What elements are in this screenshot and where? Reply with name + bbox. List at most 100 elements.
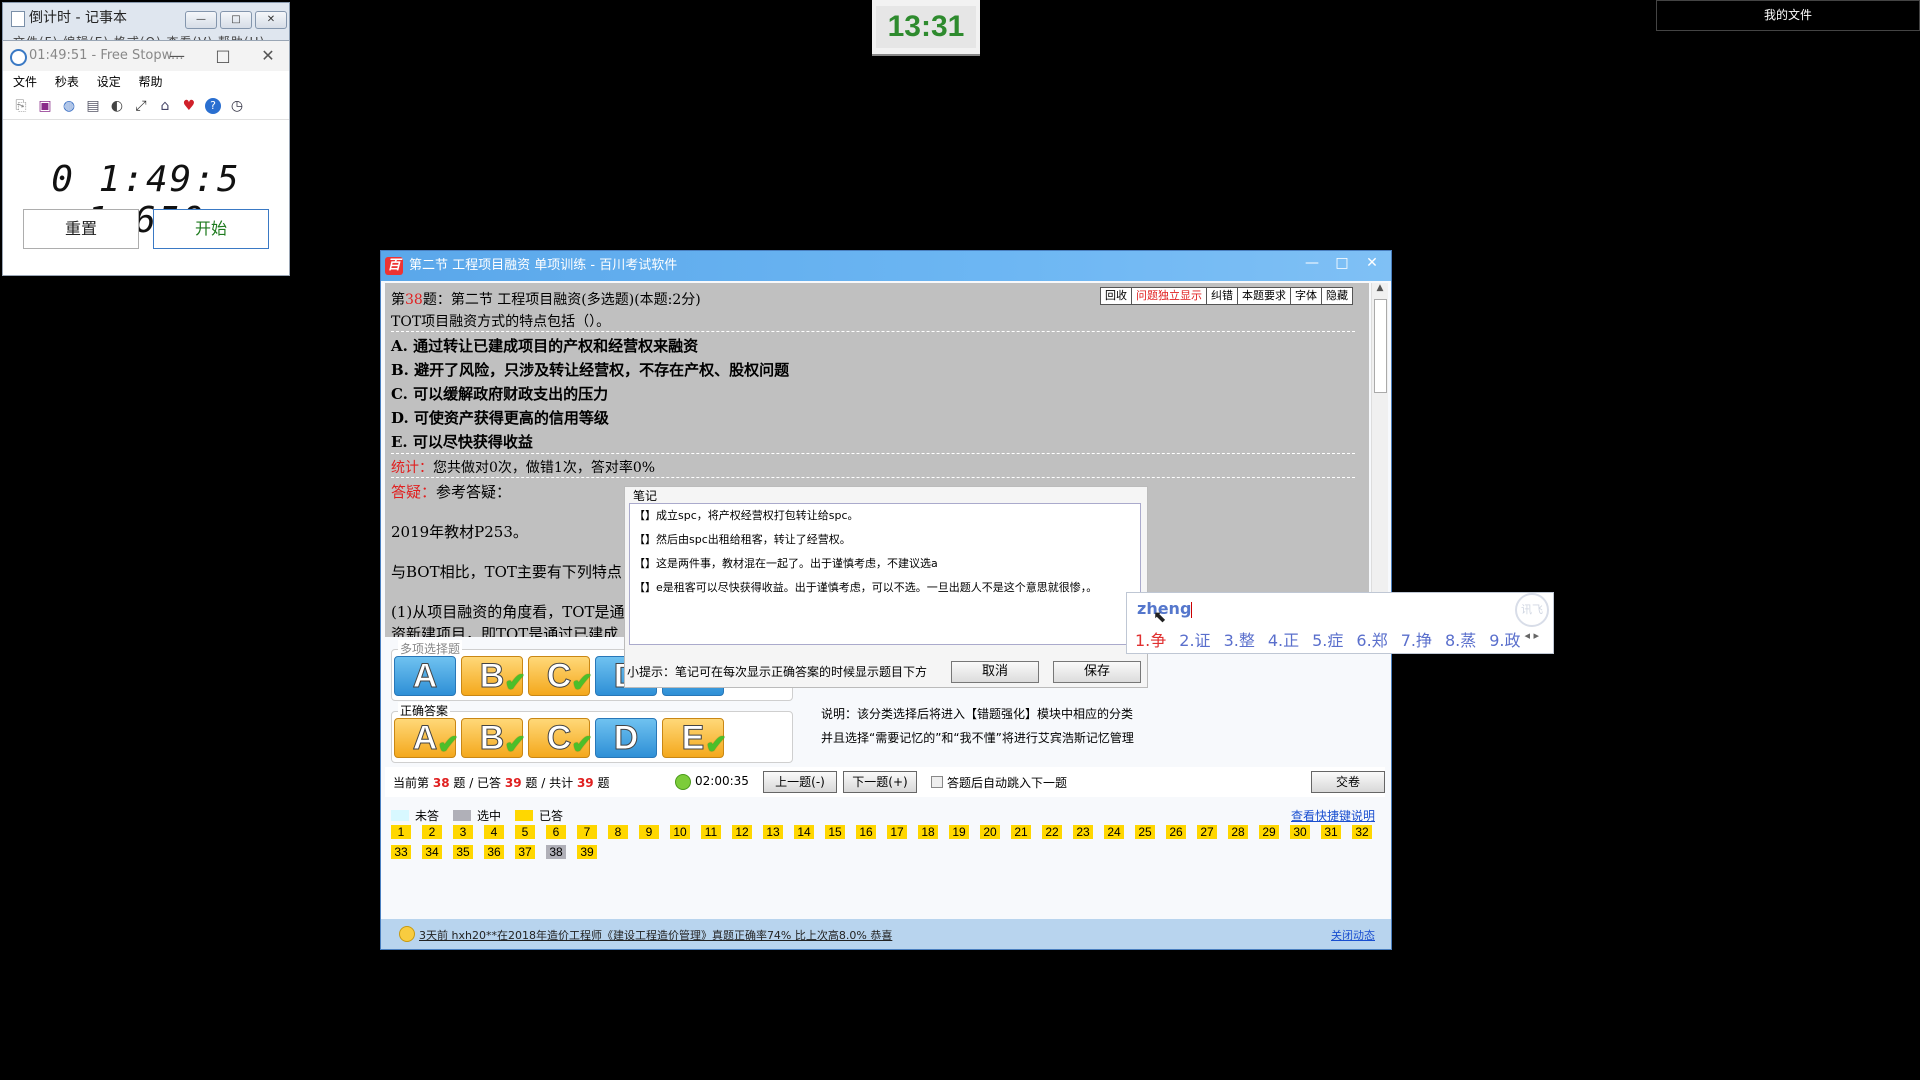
question-cell-2[interactable]: 2 — [422, 825, 442, 839]
question-cell-11[interactable]: 11 — [701, 825, 721, 839]
notes-textarea[interactable]: 【】成立spc，将产权经营权打包转让给spc。 【】然后由spc出租给租客，转让… — [629, 503, 1141, 645]
question-cell-32[interactable]: 32 — [1352, 825, 1372, 839]
stopwatch-minimize-button[interactable]: — — [157, 41, 197, 71]
question-cell-27[interactable]: 27 — [1197, 825, 1217, 839]
start-button[interactable]: 开始 — [153, 209, 269, 249]
question-cell-14[interactable]: 14 — [794, 825, 814, 839]
notes-dialog[interactable]: 笔记 【】成立spc，将产权经营权打包转让给spc。 【】然后由spc出租给租客… — [624, 486, 1148, 688]
my-files-button[interactable]: 我的文件 — [1656, 0, 1920, 31]
option-b[interactable]: B. 避开了风险，只涉及转让经营权，不存在产权、股权问题 — [391, 359, 789, 380]
ime-candidate[interactable]: 9.政 — [1489, 627, 1520, 651]
ime-candidate[interactable]: 3.整 — [1224, 627, 1255, 651]
standalone-display-button[interactable]: 问题独立显示 — [1132, 288, 1207, 304]
question-cell-5[interactable]: 5 — [515, 825, 535, 839]
question-cell-16[interactable]: 16 — [856, 825, 876, 839]
reset-button[interactable]: 重置 — [23, 209, 139, 249]
auto-next-checkbox[interactable] — [931, 776, 943, 788]
question-cell-26[interactable]: 26 — [1166, 825, 1186, 839]
menu-help[interactable]: 帮助 — [139, 75, 163, 89]
question-cell-21[interactable]: 21 — [1011, 825, 1031, 839]
ime-candidate[interactable]: 6.郑 — [1356, 627, 1387, 651]
globe-icon[interactable]: ◍ — [61, 98, 77, 114]
ime-candidate[interactable]: 5.症 — [1312, 627, 1343, 651]
report-error-button[interactable]: 纠错 — [1207, 288, 1238, 304]
question-cell-22[interactable]: 22 — [1042, 825, 1062, 839]
auto-next-label[interactable]: 答题后自动跳入下一题 — [947, 774, 1067, 791]
ime-candidate[interactable]: 4.正 — [1268, 627, 1299, 651]
notes-cancel-button[interactable]: 取消 — [951, 661, 1039, 683]
contrast-icon[interactable]: ◐ — [109, 98, 125, 114]
menu-settings[interactable]: 设定 — [97, 75, 121, 89]
question-cell-4[interactable]: 4 — [484, 825, 504, 839]
question-cell-38[interactable]: 38 — [546, 845, 566, 859]
option-d[interactable]: D. 可使资产获得更高的信用等级 — [391, 407, 609, 428]
stopwatch-window[interactable]: 01:49:51 - Free Stopw... — □ ✕ 文件 秒表 设定 … — [2, 40, 290, 276]
question-cell-23[interactable]: 23 — [1073, 825, 1093, 839]
home-icon[interactable]: ⌂ — [157, 98, 173, 114]
question-cell-6[interactable]: 6 — [546, 825, 566, 839]
prev-question-button[interactable]: 上一题(-) — [763, 771, 837, 793]
question-cell-31[interactable]: 31 — [1321, 825, 1341, 839]
scroll-up-icon[interactable]: ▲ — [1372, 283, 1388, 297]
question-cell-8[interactable]: 8 — [608, 825, 628, 839]
question-cell-15[interactable]: 15 — [825, 825, 845, 839]
question-cell-33[interactable]: 33 — [391, 845, 411, 859]
answer-key-c[interactable]: C ✔ — [528, 656, 593, 697]
hide-button[interactable]: 隐藏 — [1322, 288, 1352, 304]
question-cell-12[interactable]: 12 — [732, 825, 752, 839]
question-cell-10[interactable]: 10 — [670, 825, 690, 839]
ime-candidate[interactable]: 2.证 — [1179, 627, 1210, 651]
activity-message[interactable]: 3天前 hxh20**在2018年造价工程师《建设工程造价管理》真题正确率74%… — [419, 927, 892, 943]
recycle-button[interactable]: 回收 — [1101, 288, 1132, 304]
font-button[interactable]: 字体 — [1291, 288, 1322, 304]
question-cell-39[interactable]: 39 — [577, 845, 597, 859]
ime-candidate[interactable]: 7.挣 — [1401, 627, 1432, 651]
question-cell-25[interactable]: 25 — [1135, 825, 1155, 839]
app-minimize-button[interactable]: — — [1297, 251, 1327, 277]
requirements-button[interactable]: 本题要求 — [1238, 288, 1291, 304]
question-cell-18[interactable]: 18 — [918, 825, 938, 839]
menu-stopwatch[interactable]: 秒表 — [55, 75, 79, 89]
question-cell-9[interactable]: 9 — [639, 825, 659, 839]
next-question-button[interactable]: 下一题(+) — [843, 771, 917, 793]
print-icon[interactable]: ▤ — [85, 98, 101, 114]
copy-icon[interactable]: ⎘ — [13, 98, 29, 114]
question-cell-24[interactable]: 24 — [1104, 825, 1124, 839]
notes-save-button[interactable]: 保存 — [1053, 661, 1141, 683]
answer-key-a[interactable]: A — [394, 656, 456, 696]
app-maximize-button[interactable]: □ — [1327, 251, 1357, 277]
question-cell-36[interactable]: 36 — [484, 845, 504, 859]
notepad-close-button[interactable]: ✕ — [255, 11, 287, 29]
question-cell-17[interactable]: 17 — [887, 825, 907, 839]
option-e[interactable]: E. 可以尽快获得收益 — [391, 431, 533, 452]
ime-candidate[interactable]: 8.蒸 — [1445, 627, 1476, 651]
stopwatch-close-button[interactable]: ✕ — [248, 41, 288, 71]
app-close-button[interactable]: ✕ — [1357, 251, 1387, 277]
save-icon[interactable]: ▣ — [37, 98, 53, 114]
answer-key-b[interactable]: B ✔ — [461, 656, 526, 697]
question-cell-20[interactable]: 20 — [980, 825, 1000, 839]
question-cell-19[interactable]: 19 — [949, 825, 969, 839]
menu-file[interactable]: 文件 — [13, 75, 37, 89]
question-cell-3[interactable]: 3 — [453, 825, 473, 839]
question-cell-13[interactable]: 13 — [763, 825, 783, 839]
question-cell-29[interactable]: 29 — [1259, 825, 1279, 839]
option-c[interactable]: C. 可以缓解政府财政支出的压力 — [391, 383, 608, 404]
question-cell-30[interactable]: 30 — [1290, 825, 1310, 839]
scroll-thumb[interactable] — [1374, 299, 1387, 393]
question-cell-34[interactable]: 34 — [422, 845, 442, 859]
notepad-minimize-button[interactable]: — — [185, 11, 217, 29]
submit-exam-button[interactable]: 交卷 — [1311, 771, 1385, 793]
shortcut-help-link[interactable]: 查看快捷键说明 — [1291, 807, 1375, 824]
stopwatch-maximize-button[interactable]: □ — [203, 41, 243, 71]
ime-candidate[interactable]: 1.争 — [1135, 627, 1166, 651]
question-cell-1[interactable]: 1 — [391, 825, 411, 839]
close-activity-link[interactable]: 关闭动态 — [1331, 927, 1375, 943]
question-cell-35[interactable]: 35 — [453, 845, 473, 859]
notepad-maximize-button[interactable]: □ — [220, 11, 252, 29]
question-scrollbar[interactable]: ▲ — [1371, 283, 1388, 637]
ime-candidate-window[interactable]: zheng 1.争 2.证 3.整 4.正 5.症 6.郑 7.挣 8.蒸 9.… — [1126, 592, 1554, 654]
heart-icon[interactable]: ♥ — [181, 98, 197, 114]
ime-pager[interactable]: ◂ ▸ — [1524, 629, 1539, 642]
clock-icon[interactable]: ◷ — [229, 98, 245, 114]
